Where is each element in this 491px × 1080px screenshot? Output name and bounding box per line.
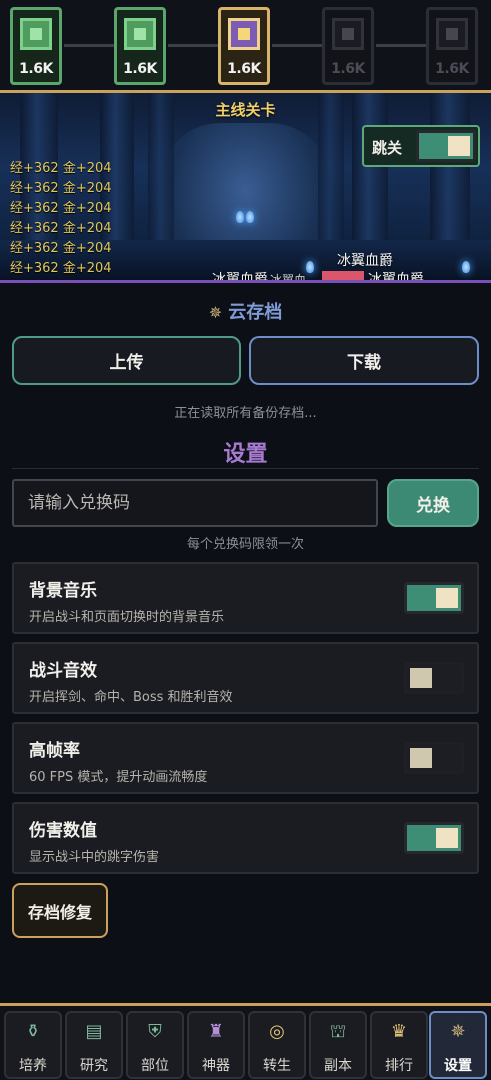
enemy-name: 冰翼血爵 <box>368 272 424 283</box>
setting-title: 背景音乐 <box>29 581 97 601</box>
nav-item-research[interactable]: ▤ 研究 <box>65 1011 123 1079</box>
stage-gem-icon <box>436 18 468 50</box>
nav-label: 转生 <box>263 1058 291 1074</box>
stage-node-4[interactable]: 1.6K <box>322 7 374 85</box>
torch-icon <box>246 211 254 223</box>
torch-icon <box>236 211 244 223</box>
setting-row-fps: 高帧率 60 FPS 模式，提升动画流畅度 <box>12 722 479 794</box>
stage-cost: 1.6K <box>19 61 53 77</box>
setting-desc: 60 FPS 模式，提升动画流畅度 <box>29 770 208 785</box>
setting-desc: 开启战斗和页面切换时的背景音乐 <box>29 610 225 625</box>
reward-log-line: 经+362 金+204 <box>10 261 112 276</box>
stage-gem-icon <box>124 18 156 50</box>
nav-item-artifact[interactable]: ♜ 神器 <box>187 1011 245 1079</box>
gear-icon: ✵ <box>450 1021 466 1042</box>
nav-label: 副本 <box>324 1058 352 1074</box>
nav-item-parts[interactable]: ⛨ 部位 <box>126 1011 184 1079</box>
redeem-code-input[interactable] <box>12 479 378 527</box>
stage-progress: 1.6K 1.6K 1.6K 1.6K 1.6K <box>0 0 491 90</box>
reward-log: 经+362 金+204 经+362 金+204 经+362 金+204 经+36… <box>10 159 112 279</box>
nav-item-dungeon[interactable]: ⛫ 副本 <box>309 1011 367 1079</box>
enemy-name: 冰翼血 <box>270 273 307 283</box>
fps-toggle[interactable] <box>404 742 464 774</box>
setting-title: 战斗音效 <box>29 661 97 681</box>
crown-icon: ♛ <box>390 1021 408 1042</box>
stage-gem-icon <box>228 18 260 50</box>
upload-button[interactable]: 上传 <box>12 336 241 385</box>
stage-node-5[interactable]: 1.6K <box>426 7 478 85</box>
cloud-save-heading: ✵ 云存档 <box>0 298 491 324</box>
setting-title: 伤害数值 <box>29 821 97 841</box>
bottom-nav: ⚱ 培养 ▤ 研究 ⛨ 部位 ♜ 神器 ◎ 转生 ⛫ 副本 ♛ 排行 ✵ 设置 <box>0 1003 491 1080</box>
dungeon-icon: ⛫ <box>329 1021 347 1042</box>
reward-log-line: 经+362 金+204 <box>10 221 112 236</box>
stage-node-2[interactable]: 1.6K <box>114 7 166 85</box>
nav-label: 研究 <box>80 1058 108 1074</box>
reward-log-line: 经+362 金+204 <box>10 201 112 216</box>
setting-desc: 开启挥剑、命中、Boss 和胜利音效 <box>29 690 233 705</box>
nav-label: 部位 <box>141 1058 169 1074</box>
nav-label: 排行 <box>385 1058 413 1074</box>
sfx-toggle[interactable] <box>404 662 464 694</box>
nav-label: 神器 <box>202 1058 230 1074</box>
stage-node-3[interactable]: 1.6K <box>218 7 270 85</box>
armor-icon: ⛨ <box>148 1021 162 1042</box>
redeem-button[interactable]: 兑换 <box>387 479 479 527</box>
stage-cost: 1.6K <box>123 61 157 77</box>
reward-log-line: 经+362 金+204 <box>10 181 112 196</box>
setting-row-bgm: 背景音乐 开启战斗和页面切换时的背景音乐 <box>12 562 479 634</box>
enemy-name: 冰翼血爵 <box>212 272 268 283</box>
save-repair-button[interactable]: 存档修复 <box>12 883 108 938</box>
cloud-status-text: 正在读取所有备份存档... <box>174 406 317 421</box>
nav-item-rebirth[interactable]: ◎ 转生 <box>248 1011 306 1079</box>
bgm-toggle[interactable] <box>404 582 464 614</box>
nav-label: 培养 <box>19 1058 47 1074</box>
cloud-save-title: 云存档 <box>228 302 283 323</box>
reward-log-line: 经+362 金+204 <box>10 161 112 176</box>
compass-icon: ◎ <box>269 1021 285 1042</box>
nav-item-ranking[interactable]: ♛ 排行 <box>370 1011 428 1079</box>
torch-icon <box>462 261 470 273</box>
stage-link <box>168 44 218 47</box>
nav-item-cultivate[interactable]: ⚱ 培养 <box>4 1011 62 1079</box>
stage-cost: 1.6K <box>331 61 365 77</box>
settings-title: 设置 <box>223 442 268 467</box>
download-button[interactable]: 下载 <box>249 336 479 385</box>
enemy-name: 冰翼血爵 <box>337 253 393 269</box>
nav-item-settings[interactable]: ✵ 设置 <box>429 1011 487 1079</box>
stage-gem-icon <box>332 18 364 50</box>
stage-cost: 1.6K <box>227 61 261 77</box>
setting-row-damage: 伤害数值 显示战斗中的跳字伤害 <box>12 802 479 874</box>
reward-log-line: 经+362 金+204 <box>10 241 112 256</box>
flask-icon: ⚱ <box>25 1021 41 1042</box>
setting-desc: 显示战斗中的跳字伤害 <box>29 850 160 865</box>
nav-label: 设置 <box>444 1058 472 1074</box>
stage-cost: 1.6K <box>435 61 469 77</box>
stage-gem-icon <box>20 18 52 50</box>
artifact-icon: ♜ <box>207 1021 225 1042</box>
skip-label: 跳关 <box>372 139 403 157</box>
book-icon: ▤ <box>85 1021 103 1042</box>
setting-title: 高帧率 <box>29 741 80 761</box>
cog-icon: ✵ <box>208 303 223 322</box>
stage-link <box>376 44 426 47</box>
damage-toggle[interactable] <box>404 822 464 854</box>
torch-icon <box>306 261 314 273</box>
stage-link <box>272 44 322 47</box>
stage-node-1[interactable]: 1.6K <box>10 7 62 85</box>
enemy-hp-bar <box>322 271 364 280</box>
redeem-hint: 每个兑换码限领一次 <box>186 537 304 552</box>
divider <box>12 468 479 469</box>
scene-title: 主线关卡 <box>215 101 276 119</box>
skip-toggle[interactable] <box>416 130 476 162</box>
skip-stage-control[interactable]: 跳关 <box>362 125 480 167</box>
setting-row-sfx: 战斗音效 开启挥剑、命中、Boss 和胜利音效 <box>12 642 479 714</box>
stage-link <box>64 44 114 47</box>
battle-scene: 主线关卡 跳关 经+362 金+204 经+362 金+204 经+362 金+… <box>0 90 491 283</box>
